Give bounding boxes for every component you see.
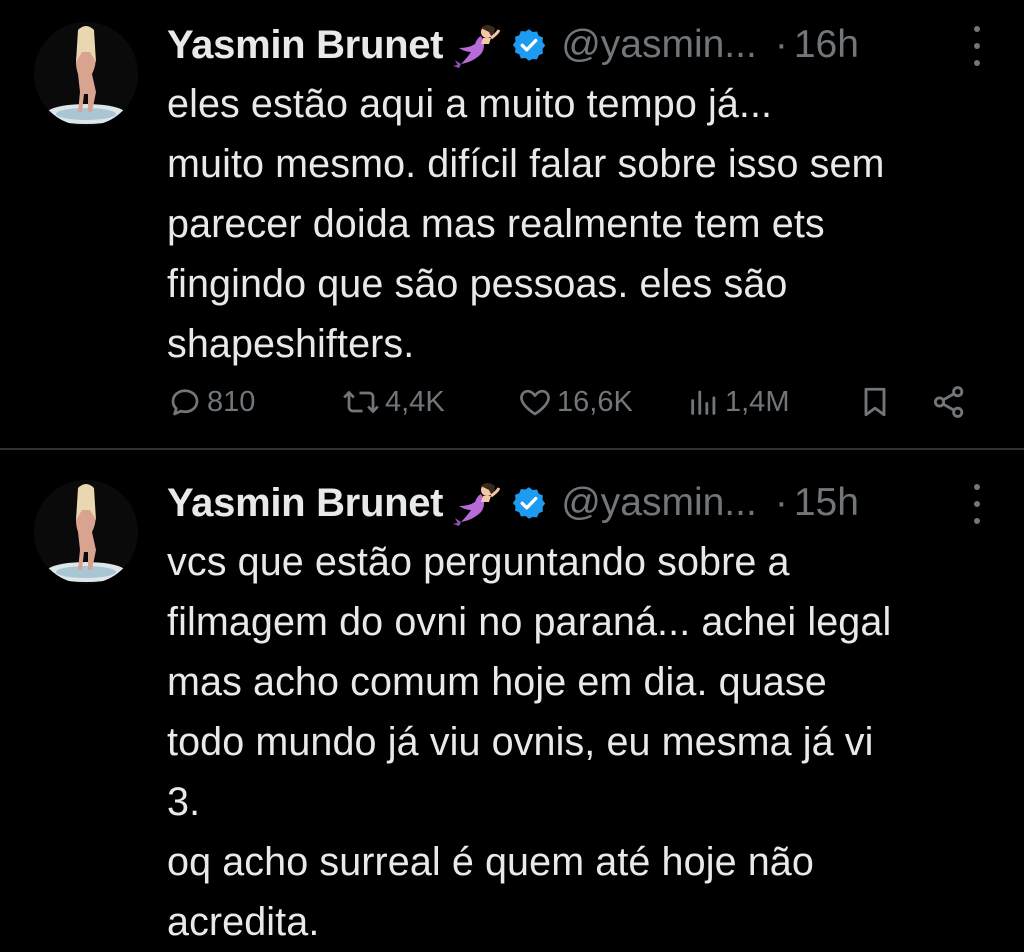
tweet-text-line: 3. [167,780,201,824]
mermaid-icon [451,22,503,68]
tweet-header: Yasmin Brunet @yasmin... · 16h [167,16,984,74]
tweet-text-line: shapeshifters. [167,322,415,366]
tweet-text-line: acredita. [167,900,320,944]
views-button[interactable]: 1,4M [687,378,789,426]
tweet[interactable]: Yasmin Brunet @yasmin... · 16h eles estã… [0,0,1024,448]
share-button[interactable] [929,378,969,426]
reply-icon [167,384,203,420]
tweet-text: vcs que estão perguntando sobre a filmag… [167,532,997,952]
repost-count: 4,4K [385,385,445,418]
tweet-actions: 810 4,4K 16,6K 1,4M [167,378,987,426]
repost-button[interactable]: 4,4K [341,378,445,426]
more-options-icon[interactable] [972,484,982,524]
verified-badge-icon [511,485,547,521]
author-name[interactable]: Yasmin Brunet [167,23,443,68]
tweet-text-line: parecer doida mas realmente tem ets [167,202,825,246]
tweet-text-line: mas acho comum hoje em dia. quase [167,660,827,704]
reply-count: 810 [207,385,256,418]
separator-dot: · [774,23,788,66]
tweet-timestamp[interactable]: 16h [794,23,859,67]
avatar[interactable] [34,22,138,126]
separator-dot: · [774,481,788,524]
tweet[interactable]: Yasmin Brunet @yasmin... · 15h vcs que e… [0,450,1024,944]
like-button[interactable]: 16,6K [517,378,633,426]
tweet-text-line: eles estão aqui a muito tempo já... [167,82,773,126]
reply-button[interactable]: 810 [167,378,255,426]
tweet-text-line: todo mundo já viu ovnis, eu mesma já vi [167,720,874,764]
author-name[interactable]: Yasmin Brunet [167,481,443,526]
more-options-icon[interactable] [972,26,982,66]
verified-badge-icon [511,27,547,63]
views-count: 1,4M [725,385,790,418]
mermaid-icon [451,480,503,526]
tweet-text-line: muito mesmo. difícil falar sobre isso se… [167,142,885,186]
author-handle[interactable]: @yasmin... [561,481,757,525]
repost-icon [341,384,381,420]
tweet-text-line: oq acho surreal é quem até hoje não [167,840,814,884]
tweet-text: eles estão aqui a muito tempo já... muit… [167,74,997,374]
tweet-text-line: filmagem do ovni no paraná... achei lega… [167,600,892,644]
avatar[interactable] [34,480,138,584]
tweet-text-line: vcs que estão perguntando sobre a [167,540,790,584]
heart-icon [517,384,553,420]
bookmark-button[interactable] [857,378,893,426]
tweet-timestamp[interactable]: 15h [794,481,859,525]
tweet-header: Yasmin Brunet @yasmin... · 15h [167,474,984,532]
bookmark-icon [857,383,893,421]
tweet-text-line: fingindo que são pessoas. eles são [167,262,788,306]
share-icon [929,383,969,421]
author-handle[interactable]: @yasmin... [561,23,757,67]
like-count: 16,6K [557,385,633,418]
analytics-icon [687,384,721,420]
